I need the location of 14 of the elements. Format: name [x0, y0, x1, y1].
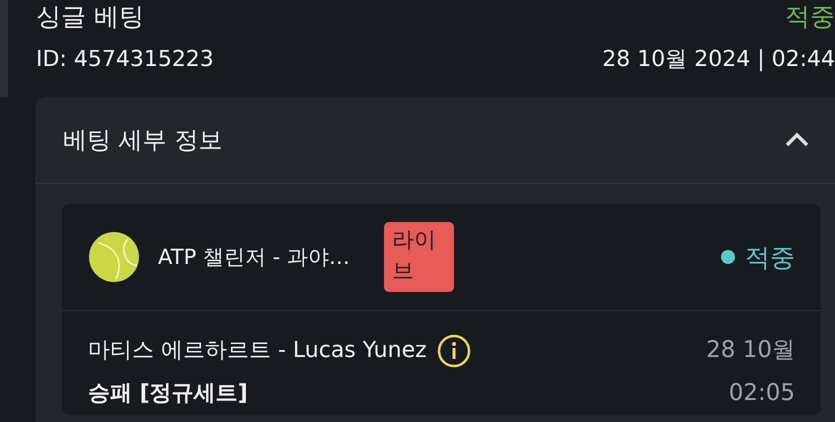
- event-time: 02:05: [728, 379, 795, 408]
- competition-name: ATP 챌린저 - 과야…: [158, 244, 350, 271]
- bet-status: 적중: [785, 1, 835, 33]
- tennis-ball-icon: [88, 231, 140, 283]
- info-icon[interactable]: [436, 334, 471, 368]
- bet-title: 싱글 베팅: [36, 1, 144, 33]
- market-name: 승패 [정규세트]: [88, 380, 249, 408]
- live-badge: 라이브: [384, 222, 454, 292]
- bet-id: ID: 4574315223: [36, 46, 214, 72]
- bet-datetime: 28 10월 2024 | 02:44: [602, 46, 835, 74]
- selection-status: 적중: [745, 242, 795, 274]
- event-date: 28 10월: [706, 336, 795, 365]
- match-name: 마티스 에르하르트 - Lucas Yunez: [88, 337, 427, 365]
- section-title: 베팅 세부 정보: [63, 125, 222, 156]
